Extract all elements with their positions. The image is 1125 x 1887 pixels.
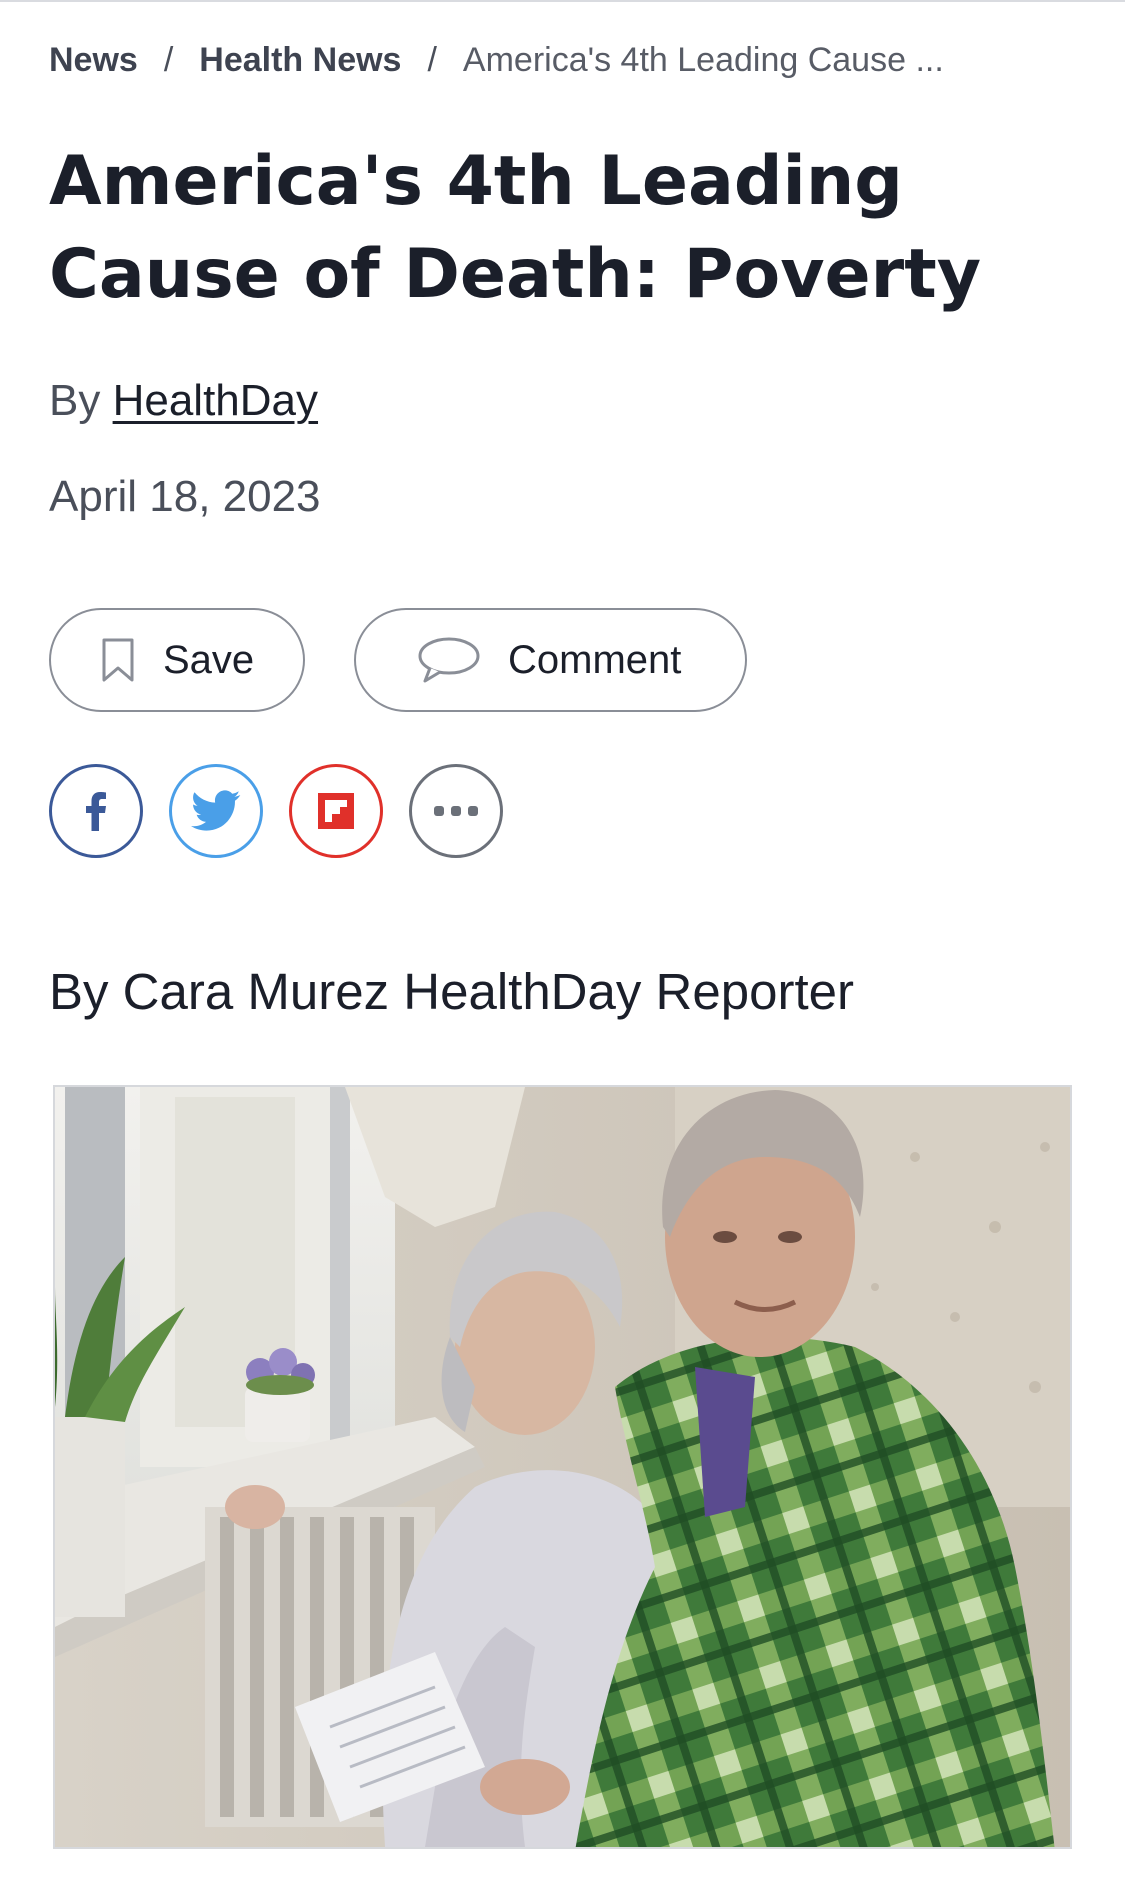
breadcrumb-news-link[interactable]: News xyxy=(49,41,138,80)
speech-bubble-icon xyxy=(416,635,480,685)
byline: By HealthDay xyxy=(49,376,318,426)
twitter-icon xyxy=(191,790,241,831)
share-more-button[interactable] xyxy=(409,764,503,858)
more-dots-icon xyxy=(434,806,478,816)
comment-label: Comment xyxy=(508,637,682,682)
breadcrumb-current-page: America's 4th Leading Cause ... xyxy=(462,40,944,79)
flipboard-icon xyxy=(318,793,354,829)
share-facebook-button[interactable] xyxy=(49,764,143,858)
share-flipboard-button[interactable] xyxy=(289,764,383,858)
breadcrumb-separator: / xyxy=(163,40,174,79)
elderly-couple-photo xyxy=(55,1087,1070,1847)
reporter-byline: By Cara Murez HealthDay Reporter xyxy=(49,963,854,1020)
save-label: Save xyxy=(163,637,255,682)
share-twitter-button[interactable] xyxy=(169,764,263,858)
breadcrumb: News / Health News / America's 4th Leadi… xyxy=(49,38,1079,82)
breadcrumb-health-news-link[interactable]: Health News xyxy=(199,41,401,80)
bookmark-icon xyxy=(101,637,135,683)
facebook-icon xyxy=(86,792,106,831)
byline-prefix: By xyxy=(49,376,101,425)
breadcrumb-separator: / xyxy=(427,40,437,79)
author-link[interactable]: HealthDay xyxy=(113,376,318,425)
article-title: America's 4th Leading Cause of Death: Po… xyxy=(49,142,982,314)
comment-button[interactable]: Comment xyxy=(354,608,747,712)
publish-date: April 18, 2023 xyxy=(49,472,321,521)
article-hero-image xyxy=(53,1085,1072,1849)
save-button[interactable]: Save xyxy=(49,608,305,712)
top-divider xyxy=(0,0,1125,2)
